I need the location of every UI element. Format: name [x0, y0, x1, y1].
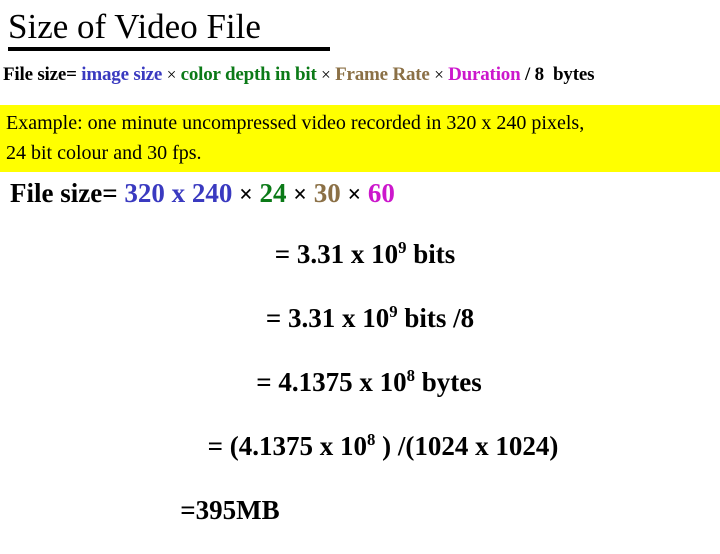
result-list: = 3.31 x 109 bits = 3.31 x 109 bits /8 =… [0, 234, 720, 554]
result-text-before: =395MB [180, 495, 280, 525]
formula-definition: File size= image size × color depth in b… [3, 62, 720, 87]
formula-term-image-size: image size [81, 64, 163, 85]
computation-value-duration: 60 [367, 178, 395, 208]
formula-term-color-depth: color depth in bit [180, 64, 317, 85]
result-text-after: bits [406, 239, 456, 269]
formula-operator-3: × [434, 65, 444, 84]
result-line: = 3.31 x 109 bits [0, 234, 720, 298]
computation-line: File size= 320 x 240 × 24 × 30 × 60 [10, 176, 395, 212]
page-title: Size of Video File [8, 7, 261, 46]
result-line: = 4.1375 x 108 bytes [0, 362, 720, 426]
computation-prefix-label: File size= [10, 178, 118, 208]
result-text-before: = 3.31 x 10 [265, 303, 390, 333]
result-text-before: = 3.31 x 10 [274, 239, 399, 269]
result-line: = (4.1375 x 108 ) /(1024 x 1024) [0, 426, 720, 490]
computation-value-image-size: 320 x 240 [124, 178, 233, 208]
formula-prefix-label: File size= [3, 64, 77, 85]
computation-operator-2: × [293, 182, 307, 208]
example-line-2: 24 bit colour and 30 fps. [6, 142, 202, 164]
example-line-1: Example: one minute uncompressed video r… [6, 112, 585, 134]
title-underline-rule [8, 47, 330, 51]
formula-term-frame-rate: Frame Rate [335, 64, 430, 85]
result-line: = 3.31 x 109 bits /8 [0, 298, 720, 362]
result-line: =395MB [0, 490, 720, 554]
example-text-block: Example: one minute uncompressed video r… [6, 108, 716, 168]
result-exponent: 9 [389, 302, 398, 321]
result-text-after: bytes [415, 367, 482, 397]
result-text-after: bits /8 [397, 303, 475, 333]
result-exponent: 8 [406, 366, 415, 385]
formula-term-duration: Duration [448, 64, 521, 85]
computation-value-frame-rate: 30 [313, 178, 341, 208]
formula-unit-label: bytes [553, 64, 595, 85]
result-text-after: ) /(1024 x 1024) [375, 431, 559, 461]
formula-operator-1: × [166, 65, 177, 84]
computation-operator-1: × [239, 182, 253, 208]
computation-value-color-depth: 24 [259, 178, 287, 208]
formula-divider: / 8 [525, 64, 544, 85]
result-text-before: = (4.1375 x 10 [207, 431, 368, 461]
result-text-before: = 4.1375 x 10 [256, 367, 407, 397]
formula-operator-2: × [321, 65, 331, 84]
computation-operator-3: × [347, 182, 362, 208]
